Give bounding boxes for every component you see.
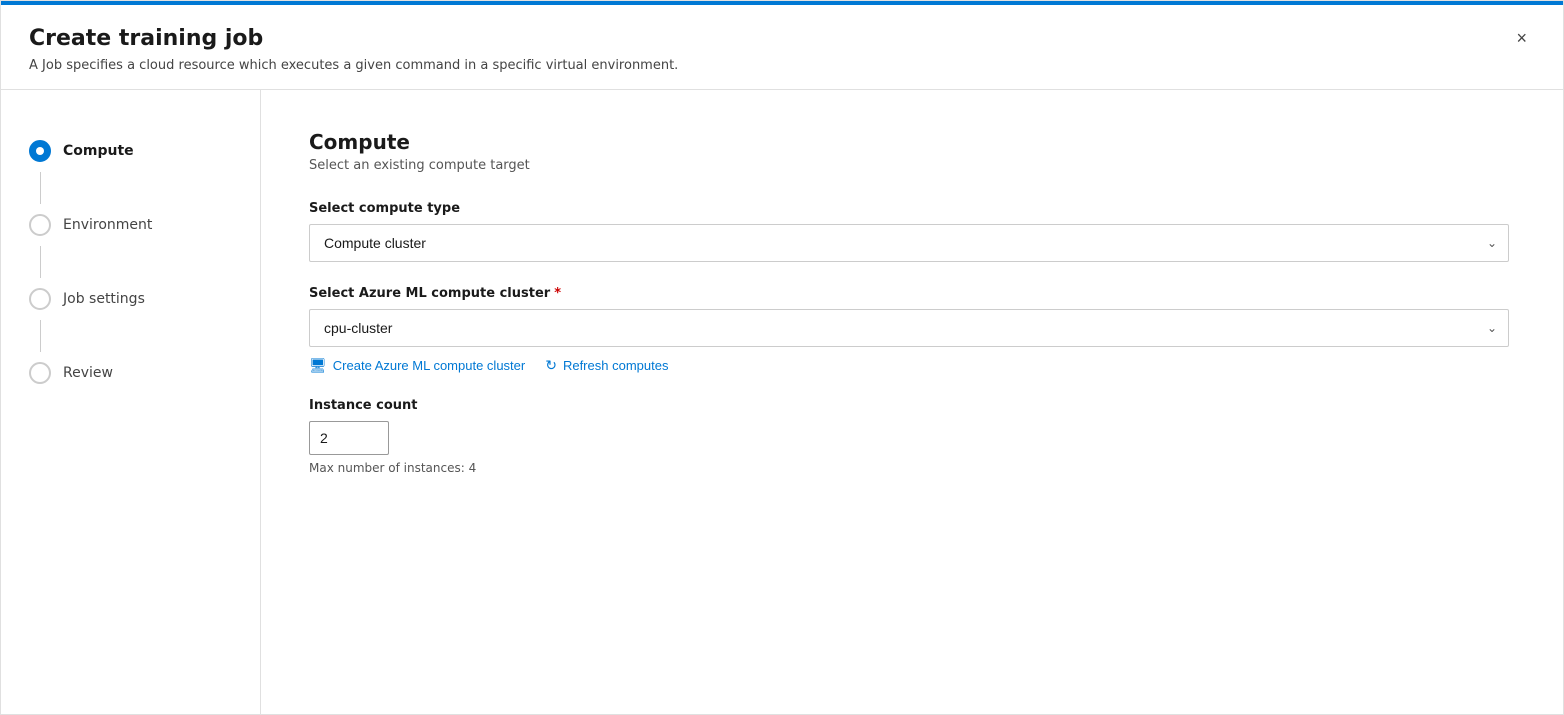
required-star: * bbox=[554, 286, 561, 301]
header-text: Create training job A Job specifies a cl… bbox=[29, 25, 678, 73]
dialog-subtitle: A Job specifies a cloud resource which e… bbox=[29, 58, 678, 73]
create-cluster-link[interactable]: 🖥 Create Azure ML compute cluster bbox=[309, 357, 525, 374]
dialog-title: Create training job bbox=[29, 25, 678, 54]
dialog-header: Create training job A Job specifies a cl… bbox=[1, 5, 1563, 90]
step-label-compute: Compute bbox=[63, 143, 134, 159]
connector-3 bbox=[40, 320, 41, 352]
section-subtitle: Select an existing compute target bbox=[309, 158, 1515, 173]
compute-type-label: Select compute type bbox=[309, 201, 1515, 216]
step-label-review: Review bbox=[63, 365, 113, 381]
monitor-icon: 🖥 bbox=[309, 357, 327, 374]
step-circle-job-settings bbox=[29, 288, 51, 310]
compute-type-select[interactable]: Compute cluster Compute instance bbox=[309, 224, 1509, 262]
instance-count-label: Instance count bbox=[309, 398, 1515, 413]
step-circle-review bbox=[29, 362, 51, 384]
sidebar-step-compute[interactable]: Compute bbox=[29, 130, 232, 172]
step-circle-compute bbox=[29, 140, 51, 162]
sidebar-step-job-settings[interactable]: Job settings bbox=[29, 278, 232, 320]
max-instances-text: Max number of instances: 4 bbox=[309, 461, 1515, 475]
compute-type-select-wrapper: Compute cluster Compute instance ⌄ bbox=[309, 224, 1509, 262]
close-button[interactable]: × bbox=[1508, 25, 1535, 51]
cluster-select[interactable]: cpu-cluster bbox=[309, 309, 1509, 347]
sidebar: Compute Environment Job settings Review bbox=[1, 90, 261, 714]
dialog-body: Compute Environment Job settings Review bbox=[1, 90, 1563, 714]
sidebar-step-environment[interactable]: Environment bbox=[29, 204, 232, 246]
instance-count-input[interactable] bbox=[309, 421, 389, 455]
connector-2 bbox=[40, 246, 41, 278]
action-links: 🖥 Create Azure ML compute cluster ↻ Refr… bbox=[309, 357, 1515, 374]
cluster-select-wrapper: cpu-cluster ⌄ bbox=[309, 309, 1509, 347]
step-label-environment: Environment bbox=[63, 217, 152, 233]
main-content: Compute Select an existing compute targe… bbox=[261, 90, 1563, 714]
compute-type-field-group: Select compute type Compute cluster Comp… bbox=[309, 201, 1515, 262]
connector-1 bbox=[40, 172, 41, 204]
sidebar-step-review[interactable]: Review bbox=[29, 352, 232, 394]
create-training-job-dialog: Create training job A Job specifies a cl… bbox=[0, 0, 1564, 715]
cluster-label: Select Azure ML compute cluster * bbox=[309, 286, 1515, 301]
section-title: Compute bbox=[309, 130, 1515, 154]
instance-count-field-group: Instance count Max number of instances: … bbox=[309, 398, 1515, 475]
cluster-field-group: Select Azure ML compute cluster * cpu-cl… bbox=[309, 286, 1515, 374]
step-circle-environment bbox=[29, 214, 51, 236]
refresh-computes-link[interactable]: ↻ Refresh computes bbox=[545, 357, 668, 374]
step-label-job-settings: Job settings bbox=[63, 291, 145, 307]
refresh-icon: ↻ bbox=[545, 357, 557, 374]
